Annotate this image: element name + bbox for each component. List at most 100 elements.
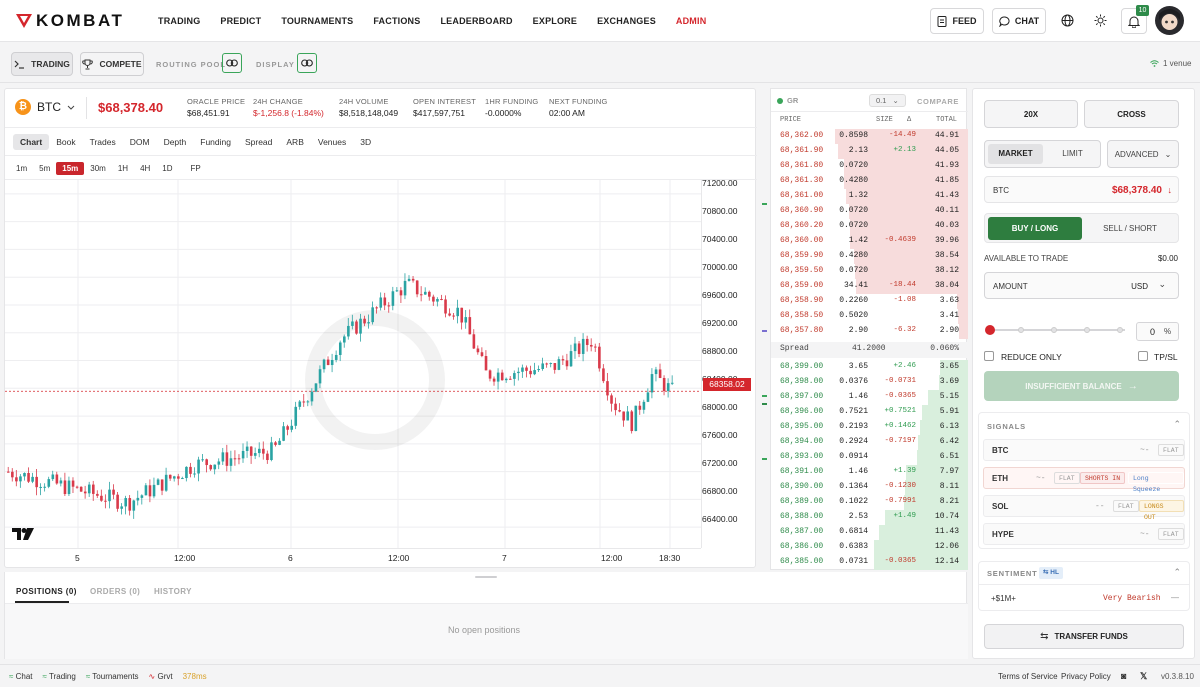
bid-row[interactable]: 68,386.00 0.6383 12.06 [771,540,968,555]
signal-row-eth[interactable]: ETH Long Squeeze SHORTS IN FLAT ~- [983,467,1185,493]
tab-trades[interactable]: Trades [83,134,123,150]
tab-venues[interactable]: Venues [311,134,353,150]
nav-explore[interactable]: EXPLORE [533,16,577,26]
bid-row[interactable]: 68,385.00 0.0731 -0.0365 12.14 [771,555,968,570]
footer-grvt-link[interactable]: ∿ Grvt [149,672,173,681]
tick-size-select[interactable]: 0.1 ⌄ [869,94,906,107]
tab-orders[interactable]: ORDERS (0) [90,587,140,596]
sell-short-button[interactable]: SELL / SHORT [1084,217,1176,240]
footer-chat-link[interactable]: ≈ Chat [9,672,33,681]
footer-tournaments-link[interactable]: ≈ Tournaments [86,672,139,681]
bid-row[interactable]: 68,390.00 0.1364 -0.1230 8.11 [771,480,968,495]
bid-row[interactable]: 68,398.00 0.0376 -0.0731 3.69 [771,375,968,390]
ask-row[interactable]: 68,358.90 0.2260 -1.08 3.63 [771,294,968,309]
ask-row[interactable]: 68,362.00 0.8598 -14.49 44.91 [771,129,968,144]
slider-thumb[interactable] [985,325,995,335]
tab-book[interactable]: Book [49,134,82,150]
bid-row[interactable]: 68,389.00 0.1022 -0.7991 8.21 [771,495,968,510]
ask-row[interactable]: 68,361.30 0.4280 41.85 [771,174,968,189]
display-toggle[interactable] [297,53,317,73]
price-chart[interactable] [5,180,701,548]
grouping-selector[interactable]: GR [777,96,798,105]
tab-arb[interactable]: ARB [279,134,310,150]
nav-exchanges[interactable]: EXCHANGES [597,16,656,26]
reduce-only-checkbox[interactable] [984,351,994,361]
bid-row[interactable]: 68,399.00 3.65 +2.46 3.65 [771,360,968,375]
compare-button[interactable]: COMPARE [917,97,959,106]
ask-row[interactable]: 68,359.90 0.4280 38.54 [771,249,968,264]
routing-pool-toggle[interactable] [222,53,242,73]
bid-row[interactable]: 68,388.00 2.53 +1.49 10.74 [771,510,968,525]
venue-indicator[interactable]: 1 venue [1150,59,1191,68]
bid-row[interactable]: 68,395.00 0.2193 +0.1462 6.13 [771,420,968,435]
footer-trading-link[interactable]: ≈ Trading [43,672,76,681]
market-tab[interactable]: MARKET [988,144,1043,164]
compete-mode-button[interactable]: COMPETE [80,52,144,76]
timeframe-1h[interactable]: 1H [112,162,134,175]
slider-stop[interactable] [1018,327,1024,333]
advanced-select[interactable]: ADVANCED ⌄ [1107,140,1179,168]
nav-admin[interactable]: ADMIN [676,16,707,26]
bid-row[interactable]: 68,393.00 0.0914 6.51 [771,450,968,465]
ask-row[interactable]: 68,360.00 1.42 -0.4639 39.96 [771,234,968,249]
tab-dom[interactable]: DOM [123,134,157,150]
tab-depth[interactable]: Depth [157,134,194,150]
discord-icon[interactable]: ◙ [1121,671,1126,681]
slider-stop[interactable] [1084,327,1090,333]
timeframe-1d[interactable]: 1D [156,162,178,175]
chat-button[interactable]: CHAT [992,8,1046,34]
bid-row[interactable]: 68,387.00 0.6814 11.43 [771,525,968,540]
trading-mode-button[interactable]: TRADING [11,52,73,76]
timeframe-4h[interactable]: 4H [134,162,156,175]
terms-link[interactable]: Terms of Service [998,672,1058,681]
currency-select[interactable]: USD [1131,282,1148,291]
nav-trading[interactable]: TRADING [158,16,200,26]
nav-leaderboard[interactable]: LEADERBOARD [440,16,512,26]
ask-row[interactable]: 68,361.80 0.0720 41.93 [771,159,968,174]
symbol-selector[interactable]: ₿ BTC [15,99,75,115]
bid-row[interactable]: 68,397.00 1.46 -0.0365 5.15 [771,390,968,405]
percentage-slider[interactable] [985,325,1125,335]
tpsl-checkbox[interactable] [1138,351,1148,361]
timeframe-30m[interactable]: 30m [84,162,112,175]
slider-stop[interactable] [1051,327,1057,333]
tab-positions[interactable]: POSITIONS (0) [16,587,77,596]
ask-row[interactable]: 68,360.90 0.0720 40.11 [771,204,968,219]
signal-row-sol[interactable]: SOL LONGS OUT FLAT -- [983,495,1185,521]
feed-button[interactable]: FEED [930,8,984,34]
timeframe-5m[interactable]: 5m [33,162,56,175]
percentage-input[interactable]: 0 % [1136,322,1179,341]
slider-stop[interactable] [1117,327,1123,333]
ask-row[interactable]: 68,359.00 34.41 -18.44 38.04 [771,279,968,294]
nav-tournaments[interactable]: TOURNAMENTS [281,16,353,26]
submit-order-button[interactable]: INSUFFICIENT BALANCE → [984,371,1179,401]
ask-row[interactable]: 68,359.50 0.0720 38.12 [771,264,968,279]
nav-predict[interactable]: PREDICT [220,16,261,26]
buy-long-button[interactable]: BUY / LONG [988,217,1082,240]
signal-row-btc[interactable]: BTC FLAT ~- [983,439,1185,461]
bid-row[interactable]: 68,391.00 1.46 +1.39 7.97 [771,465,968,480]
amount-input[interactable]: AMOUNT USD ⌄ [984,272,1179,299]
ask-row[interactable]: 68,361.90 2.13 +2.13 44.05 [771,144,968,159]
transfer-funds-button[interactable]: ⇆ TRANSFER FUNDS [984,624,1184,649]
ask-row[interactable]: 68,360.20 0.0720 40.03 [771,219,968,234]
x-twitter-icon[interactable]: 𝕏 [1140,671,1147,682]
ask-row[interactable]: 68,357.80 2.90 -6.32 2.90 [771,324,968,339]
bid-row[interactable]: 68,394.00 0.2924 -0.7197 6.42 [771,435,968,450]
leverage-button[interactable]: 20X [984,100,1078,128]
timeframe-1m[interactable]: 1m [10,162,33,175]
chevron-up-icon[interactable]: ⌃ [1173,567,1181,578]
tab-history[interactable]: HISTORY [154,587,192,596]
margin-mode-button[interactable]: CROSS [1084,100,1179,128]
brand-logo[interactable]: KOMBAT [16,11,124,31]
timeframe-fp[interactable]: FP [185,162,207,175]
limit-tab[interactable]: LIMIT [1046,144,1099,164]
tab-spread[interactable]: Spread [238,134,279,150]
bid-row[interactable]: 68,396.00 0.7521 +0.7521 5.91 [771,405,968,420]
ask-row[interactable]: 68,361.00 1.32 41.43 [771,189,968,204]
user-avatar[interactable] [1155,6,1184,35]
tab-chart[interactable]: Chart [13,134,50,150]
nav-factions[interactable]: FACTIONS [373,16,420,26]
ask-row[interactable]: 68,358.50 0.5020 3.41 [771,309,968,324]
signal-row-hype[interactable]: HYPE FLAT ~- [983,523,1185,545]
